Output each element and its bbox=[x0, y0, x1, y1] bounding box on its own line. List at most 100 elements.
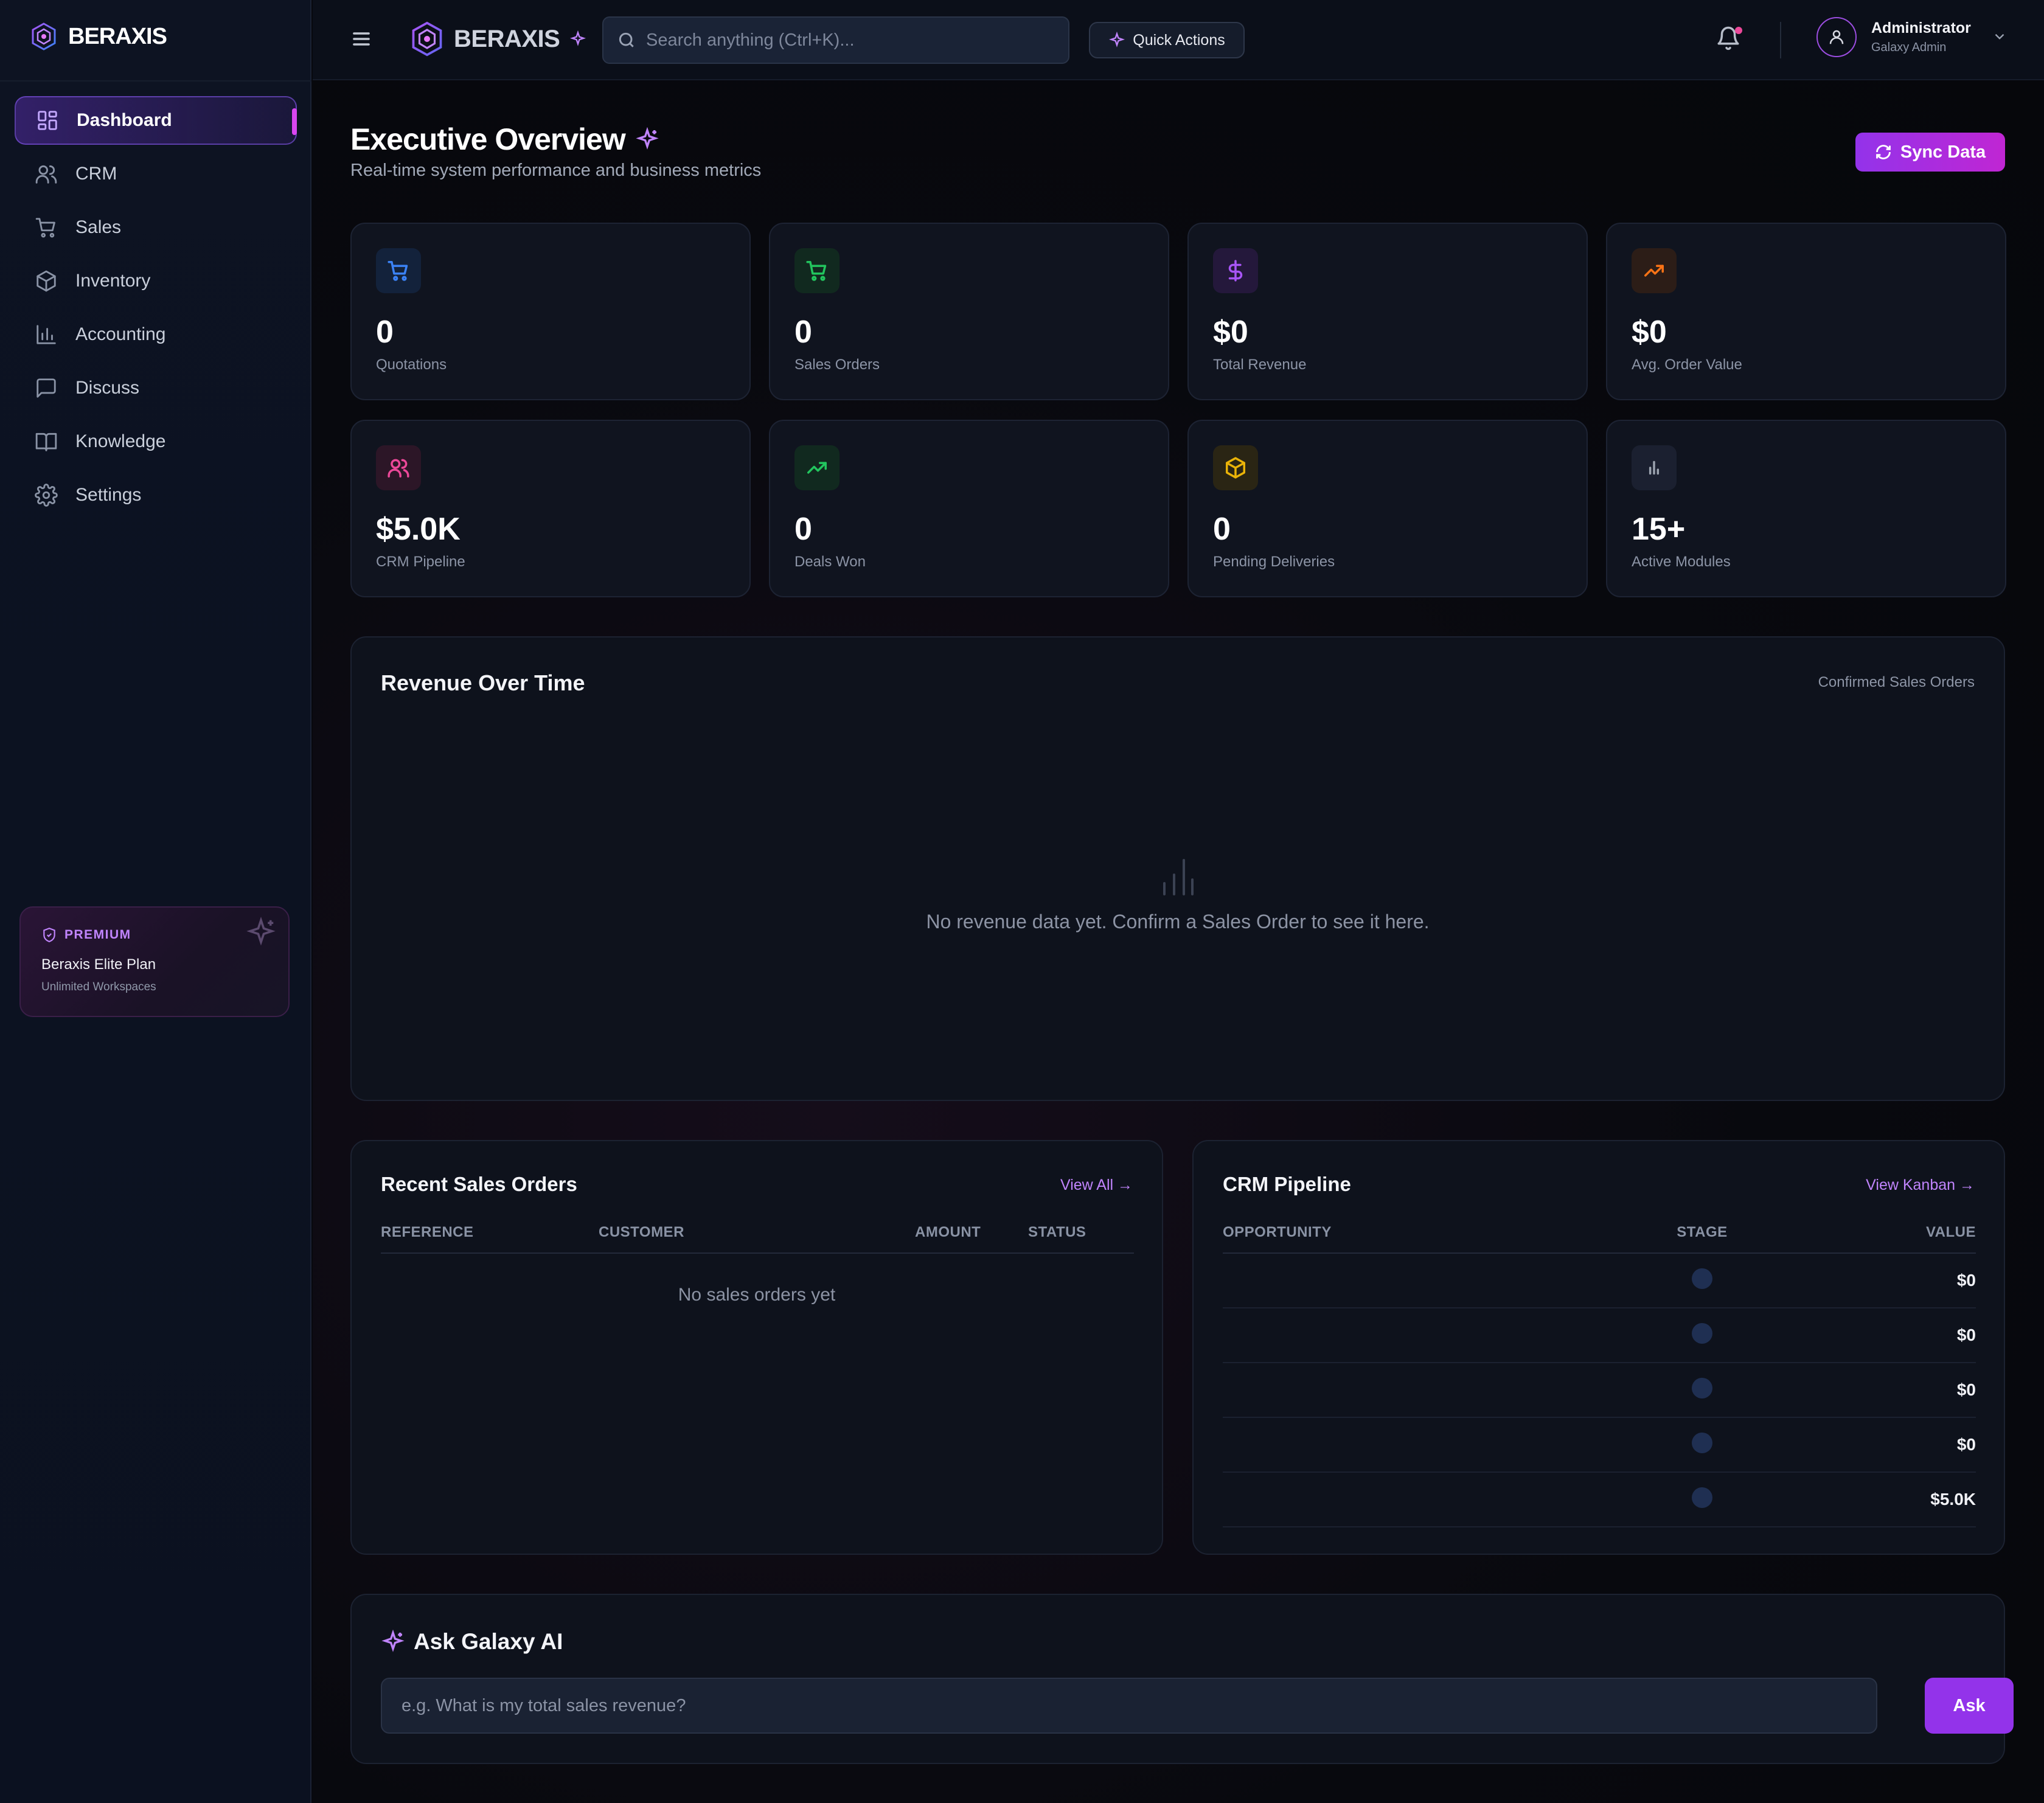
view-kanban-link[interactable]: View Kanban → bbox=[1866, 1176, 1975, 1194]
crm-pipeline-panel: CRM Pipeline View Kanban → OPPORTUNITY S… bbox=[1192, 1140, 2005, 1555]
column-header[interactable]: REFERENCE bbox=[381, 1212, 599, 1254]
menu-toggle-icon[interactable] bbox=[350, 28, 372, 50]
sparkles-icon bbox=[570, 30, 586, 46]
user-role: Galaxy Admin bbox=[1871, 41, 1947, 54]
column-header[interactable]: AMOUNT bbox=[915, 1212, 1028, 1254]
refresh-icon bbox=[1875, 145, 1891, 159]
column-header[interactable]: VALUE bbox=[1756, 1212, 1976, 1254]
revenue-panel: Revenue Over Time Confirmed Sales Orders… bbox=[350, 636, 2005, 1101]
stage-badge bbox=[1692, 1487, 1712, 1508]
column-header[interactable]: STAGE bbox=[1649, 1212, 1756, 1254]
stat-value: 0 bbox=[794, 512, 812, 547]
brand-name: BERAXIS bbox=[68, 23, 167, 49]
ask-ai-panel: Ask Galaxy AI Ask bbox=[350, 1594, 2014, 1764]
sidebar-item-label: Settings bbox=[75, 485, 142, 505]
search-box[interactable] bbox=[602, 16, 1069, 64]
table-row[interactable]: $0 bbox=[1223, 1417, 1976, 1473]
sparkles-icon bbox=[636, 127, 659, 150]
search-icon bbox=[619, 32, 634, 47]
bar-chart-icon bbox=[1163, 859, 1194, 895]
value-cell: $0 bbox=[1756, 1308, 1976, 1363]
trending-up-icon bbox=[794, 445, 839, 490]
value-cell: $5.0K bbox=[1756, 1472, 1976, 1527]
table-row[interactable]: $0 bbox=[1223, 1253, 1976, 1308]
stat-label: Active Modules bbox=[1632, 554, 1731, 570]
stat-card-total-revenue[interactable]: $0 Total Revenue bbox=[1187, 223, 1588, 400]
stat-label: Total Revenue bbox=[1213, 356, 1307, 373]
stat-value: 0 bbox=[376, 314, 394, 350]
sidebar-item-sales[interactable]: Sales bbox=[15, 203, 297, 252]
stat-value: $0 bbox=[1213, 314, 1248, 350]
cart-icon bbox=[34, 215, 58, 240]
sidebar-item-knowledge[interactable]: Knowledge bbox=[15, 417, 297, 466]
sidebar-nav: Dashboard CRM Sales Inventory Accounting… bbox=[15, 96, 297, 524]
opportunity-cell bbox=[1223, 1472, 1649, 1527]
topbar-brand[interactable]: BERAXIS bbox=[409, 21, 586, 57]
quick-actions-button[interactable]: Quick Actions bbox=[1089, 22, 1245, 58]
opportunity-cell bbox=[1223, 1253, 1649, 1308]
stat-label: Sales Orders bbox=[794, 356, 880, 373]
stat-card-sales-orders[interactable]: 0 Sales Orders bbox=[769, 223, 1169, 400]
sidebar-brand[interactable]: BERAXIS bbox=[29, 22, 167, 51]
view-all-link[interactable]: View All → bbox=[1060, 1176, 1133, 1194]
table-row[interactable]: $0 bbox=[1223, 1308, 1976, 1363]
brand-logo-icon bbox=[32, 23, 56, 50]
user-menu[interactable]: Administrator Galaxy Admin bbox=[1816, 17, 2009, 57]
sidebar-item-dashboard[interactable]: Dashboard bbox=[15, 96, 297, 145]
user-icon bbox=[1829, 30, 1844, 44]
recent-orders-panel: Recent Sales Orders View All → REFERENCE… bbox=[350, 1140, 1163, 1555]
sidebar-item-crm[interactable]: CRM bbox=[15, 150, 297, 198]
column-header[interactable]: STATUS bbox=[1028, 1212, 1134, 1254]
value-cell: $0 bbox=[1756, 1363, 1976, 1418]
ask-button[interactable]: Ask bbox=[1925, 1678, 2014, 1734]
sidebar-item-discuss[interactable]: Discuss bbox=[15, 364, 297, 412]
stat-card-avg-order-value[interactable]: $0 Avg. Order Value bbox=[1606, 223, 2006, 400]
sparkles-icon bbox=[1109, 32, 1125, 47]
value-cell: $0 bbox=[1756, 1253, 1976, 1308]
stat-label: Deals Won bbox=[794, 554, 866, 570]
opportunity-cell bbox=[1223, 1308, 1649, 1363]
stat-value: 15+ bbox=[1632, 512, 1686, 547]
sidebar-item-inventory[interactable]: Inventory bbox=[15, 257, 297, 305]
stat-card-quotations[interactable]: 0 Quotations bbox=[350, 223, 751, 400]
chevron-down-icon bbox=[1992, 29, 2009, 46]
sparkles-icon bbox=[245, 916, 277, 949]
search-input[interactable] bbox=[646, 30, 1048, 50]
premium-card[interactable]: PREMIUM Beraxis Elite Plan Unlimited Wor… bbox=[19, 906, 290, 1017]
stat-label: CRM Pipeline bbox=[376, 554, 465, 570]
stat-card-deals-won[interactable]: 0 Deals Won bbox=[769, 420, 1169, 597]
topbar: BERAXIS Quick Actions Administrator Gala… bbox=[313, 0, 2044, 80]
revenue-empty-message: No revenue data yet. Confirm a Sales Ord… bbox=[926, 911, 1430, 933]
sidebar-item-settings[interactable]: Settings bbox=[15, 471, 297, 519]
trending-up-icon bbox=[1632, 248, 1677, 293]
cart-icon bbox=[794, 248, 839, 293]
value-cell: $0 bbox=[1756, 1417, 1976, 1473]
table-row[interactable]: $5.0K bbox=[1223, 1472, 1976, 1527]
stat-card-active-modules[interactable]: 15+ Active Modules bbox=[1606, 420, 2006, 597]
stat-card-crm-pipeline[interactable]: $5.0K CRM Pipeline bbox=[350, 420, 751, 597]
brand-name: BERAXIS bbox=[454, 25, 560, 52]
users-icon bbox=[376, 445, 421, 490]
sidebar-item-label: Dashboard bbox=[77, 110, 172, 130]
shield-icon bbox=[43, 928, 55, 942]
notifications-button[interactable] bbox=[1715, 26, 1743, 54]
revenue-empty-state: No revenue data yet. Confirm a Sales Ord… bbox=[352, 856, 2004, 933]
stat-card-pending-deliveries[interactable]: 0 Pending Deliveries bbox=[1187, 420, 1588, 597]
main-content: Executive Overview Real-time system perf… bbox=[313, 80, 2044, 1803]
ask-ai-input[interactable] bbox=[401, 1695, 1849, 1716]
stat-value: $5.0K bbox=[376, 512, 461, 547]
gear-icon bbox=[34, 483, 58, 507]
ask-ai-input-box[interactable] bbox=[381, 1678, 1877, 1734]
column-header[interactable]: OPPORTUNITY bbox=[1223, 1212, 1649, 1254]
crm-pipeline-title: CRM Pipeline bbox=[1223, 1173, 1351, 1195]
sidebar: BERAXIS Dashboard CRM Sales Inventory Ac… bbox=[0, 0, 311, 1803]
revenue-title: Revenue Over Time bbox=[381, 670, 585, 695]
table-row[interactable]: $0 bbox=[1223, 1363, 1976, 1418]
sidebar-item-accounting[interactable]: Accounting bbox=[15, 310, 297, 359]
sync-data-button[interactable]: Sync Data bbox=[1855, 133, 2005, 172]
stat-label: Quotations bbox=[376, 356, 447, 373]
column-header[interactable]: CUSTOMER bbox=[599, 1212, 915, 1254]
recent-orders-table: REFERENCE CUSTOMER AMOUNT STATUS bbox=[381, 1212, 1134, 1254]
dashboard-icon bbox=[35, 108, 60, 133]
no-orders-message: No sales orders yet bbox=[678, 1285, 836, 1305]
